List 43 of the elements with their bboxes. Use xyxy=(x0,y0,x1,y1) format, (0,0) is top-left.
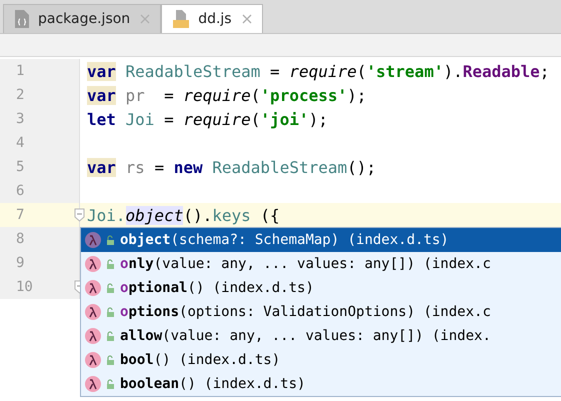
unlocked-icon xyxy=(106,234,115,246)
completion-item[interactable]: bool() (index.d.ts) xyxy=(81,348,561,372)
line-number: 10 xyxy=(16,279,33,295)
line-number: 9 xyxy=(16,255,24,271)
fold-marker-icon[interactable] xyxy=(74,208,85,222)
js-file-icon xyxy=(172,9,190,29)
lambda-icon xyxy=(85,376,101,392)
line-number: 7 xyxy=(16,207,24,223)
close-icon[interactable] xyxy=(140,14,150,24)
code-line: var ReadableStream = require('stream').Readable; xyxy=(87,62,550,80)
line-number: 4 xyxy=(16,135,24,151)
code-line: var rs = new ReadableStream(); xyxy=(87,158,376,176)
lambda-icon xyxy=(85,256,101,272)
unlocked-icon xyxy=(106,330,115,342)
line-number: 6 xyxy=(16,183,24,199)
line-number: 1 xyxy=(16,63,24,79)
lambda-icon xyxy=(85,328,101,344)
lambda-icon xyxy=(85,280,101,296)
completion-item[interactable]: only(value: any, ... values: any[]) (index.c xyxy=(81,252,561,276)
code-line: var pr = require('process'); xyxy=(87,86,366,104)
completion-item[interactable]: options(options: ValidationOptions) (index.c xyxy=(81,300,561,324)
lambda-icon xyxy=(85,232,101,248)
close-icon[interactable] xyxy=(242,14,252,24)
line-number: 3 xyxy=(16,111,24,127)
unlocked-icon xyxy=(106,282,115,294)
line-number: 2 xyxy=(16,87,24,103)
unlocked-icon xyxy=(106,378,115,390)
code-line: Joi.object().keys ({ xyxy=(87,206,280,224)
unlocked-icon xyxy=(106,306,115,318)
line-number: 5 xyxy=(16,159,24,175)
completion-item[interactable]: object(schema?: SchemaMap) (index.d.ts) xyxy=(81,228,561,252)
line-number: 8 xyxy=(16,231,24,247)
completion-item[interactable]: allow(value: any, ... values: any[]) (index. xyxy=(81,324,561,348)
code-line: let Joi = require('joi'); xyxy=(87,110,328,128)
json-file-icon xyxy=(14,9,30,29)
unlocked-icon xyxy=(106,354,115,366)
file-tab[interactable]: dd.js xyxy=(161,4,263,33)
completion-item[interactable]: boolean() (index.d.ts) xyxy=(81,372,561,396)
completion-item[interactable]: optional() (index.d.ts) xyxy=(81,276,561,300)
file-tab[interactable]: package.json xyxy=(3,4,162,33)
unlocked-icon xyxy=(106,258,115,270)
lambda-icon xyxy=(85,304,101,320)
lambda-icon xyxy=(85,352,101,368)
